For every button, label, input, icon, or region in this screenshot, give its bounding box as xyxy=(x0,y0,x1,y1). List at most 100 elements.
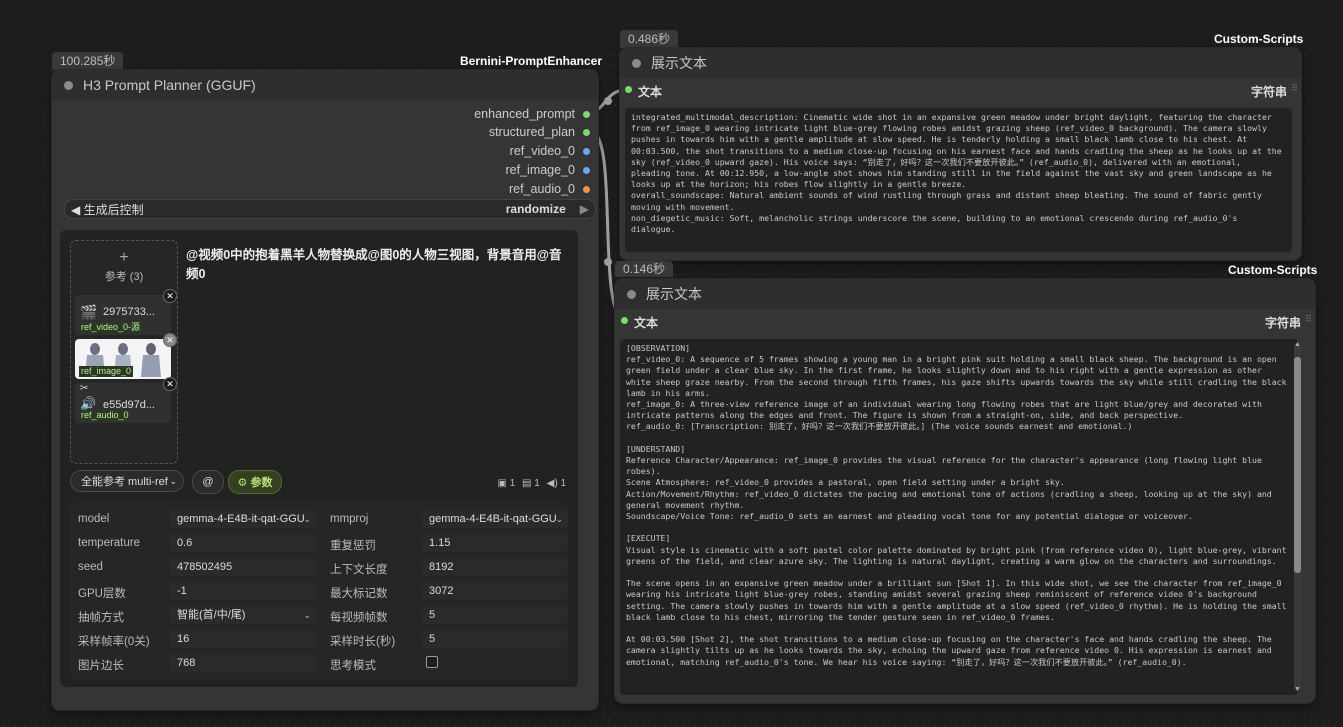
param-label-seed: seed xyxy=(78,561,103,573)
multi-ref-panel: @视频0中的抱着黑羊人物替换成@图0的人物三视图，背景音用@音频0 + 参考 (… xyxy=(60,230,578,687)
chevron-down-icon: ⌄ xyxy=(555,514,563,524)
max-tokens-input[interactable]: 3072 xyxy=(422,582,568,600)
input-port-icon[interactable] xyxy=(621,317,628,324)
node-source-label: Custom-Scripts xyxy=(1228,263,1318,277)
repeat-penalty-input[interactable]: 1.15 xyxy=(422,534,568,552)
gpu-layers-input[interactable]: -1 xyxy=(170,582,316,600)
reference-filename: 2975733... xyxy=(103,306,155,318)
node-title: H3 Prompt Planner (GGUF) xyxy=(83,77,256,93)
execution-time-badge: 0.486秒 xyxy=(620,30,679,48)
input-port-icon[interactable] xyxy=(625,86,632,93)
image-count-icon: ▣ xyxy=(497,478,507,489)
control-after-generate-widget[interactable]: ◀ 生成后控制 randomize ▶ xyxy=(64,199,596,219)
context-length-input[interactable]: 8192 xyxy=(422,558,568,576)
param-label-image-size: 图片边长 xyxy=(78,660,124,672)
image-size-input[interactable]: 768 xyxy=(170,654,316,672)
model-select[interactable]: gemma-4-E4B-it-qat-GGU ⌄ xyxy=(170,510,316,528)
display-text-area[interactable]: integrated_multimodal_description: Cinem… xyxy=(625,108,1292,252)
chevron-down-icon: ⌄ xyxy=(303,610,311,620)
output-structured-plan[interactable]: structured_plan xyxy=(489,125,590,139)
collapse-dot-icon[interactable] xyxy=(632,58,641,68)
collapse-dot-icon[interactable] xyxy=(64,80,73,90)
frames-per-video-input[interactable]: 5 xyxy=(422,606,568,624)
param-label-frames-per-video: 每视频帧数 xyxy=(330,612,388,624)
references-column: + 参考 (3) 🎬 2975733... ref_video_0-源 ✕ re… xyxy=(70,240,178,464)
control-label[interactable]: ◀ 生成后控制 xyxy=(71,201,144,218)
node-header[interactable]: 展示文本 xyxy=(620,48,1301,78)
mention-button[interactable]: @ xyxy=(192,470,224,494)
output-ref-video[interactable]: ref_video_0 xyxy=(510,144,590,158)
node-title: 展示文本 xyxy=(651,55,707,71)
param-label-max-tokens: 最大标记数 xyxy=(330,588,388,600)
param-label-temperature: temperature xyxy=(78,537,141,549)
show-text-node-2[interactable]: 展示文本 文本 字符串 ⠿ [OBSERVATION] ref_video_0:… xyxy=(615,279,1315,703)
seed-input[interactable]: 478502495 xyxy=(170,558,316,576)
prompt-text[interactable]: @视频0中的抱着黑羊人物替换成@图0的人物三视图，背景音用@音频0 xyxy=(186,244,566,282)
params-toggle-button[interactable]: ⚙ 参数 xyxy=(228,470,282,494)
reference-tag: ref_audio_0 xyxy=(79,410,131,421)
chevron-down-icon: ⌄ xyxy=(169,475,177,486)
remove-reference-icon[interactable]: ✕ xyxy=(163,377,177,391)
temperature-input[interactable]: 0.6 xyxy=(170,534,316,552)
reference-audio-item[interactable]: ✂ 🔊 e55d97d... ref_audio_0 ✕ xyxy=(75,377,177,423)
param-label-sample-duration: 采样时长(秒) xyxy=(330,636,396,648)
collapse-dot-icon[interactable] xyxy=(627,289,636,299)
scroll-thumb[interactable] xyxy=(1294,357,1301,573)
video-icon: 🎬 xyxy=(80,304,98,320)
output-ref-image[interactable]: ref_image_0 xyxy=(506,163,590,177)
execution-time-badge: 0.146秒 xyxy=(615,261,674,277)
param-label-thinking-mode: 思考模式 xyxy=(330,660,376,672)
scissors-icon[interactable]: ✂ xyxy=(80,383,88,394)
add-reference-button[interactable]: + 参考 (3) xyxy=(71,249,177,284)
params-panel: model gemma-4-E4B-it-qat-GGU ⌄ temperatur… xyxy=(70,502,568,680)
param-label-frame-mode: 抽帧方式 xyxy=(78,612,124,624)
sample-duration-input[interactable]: 5 xyxy=(422,630,568,648)
output-port-icon[interactable] xyxy=(583,185,590,193)
param-label-mmproj: mmproj xyxy=(330,513,369,525)
param-label-context-length: 上下文长度 xyxy=(330,564,388,576)
scroll-down-icon[interactable]: ▼ xyxy=(1294,686,1301,693)
remove-reference-icon[interactable]: ✕ xyxy=(163,289,177,303)
plus-icon: + xyxy=(119,249,129,266)
node-source-label: Custom-Scripts xyxy=(1214,32,1304,46)
arrow-right-icon[interactable]: ▶ xyxy=(580,202,589,216)
references-count: 参考 (3) xyxy=(104,271,144,283)
param-label-repeat-penalty: 重复惩罚 xyxy=(330,540,376,552)
param-label-model: model xyxy=(78,513,110,525)
frame-mode-select[interactable]: 智能(首/中/尾) ⌄ xyxy=(170,606,316,624)
type-label: 字符串 xyxy=(1250,85,1287,99)
audio-count-icon: ◀) xyxy=(546,478,558,489)
reference-video-item[interactable]: 🎬 2975733... ref_video_0-源 ✕ xyxy=(75,289,177,335)
output-ref-audio[interactable]: ref_audio_0 xyxy=(509,182,590,196)
reference-tag: ref_image_0 xyxy=(79,366,134,377)
reference-tag: ref_video_0-源 xyxy=(79,322,143,333)
node-header[interactable]: 展示文本 xyxy=(615,279,1315,309)
node-header[interactable]: H3 Prompt Planner (GGUF) xyxy=(52,70,598,100)
grid-icon: ⠿ xyxy=(1291,83,1298,93)
show-text-node-1[interactable]: 展示文本 文本 字符串 ⠿ integrated_multimodal_desc… xyxy=(620,48,1301,260)
node-title: 展示文本 xyxy=(646,286,702,302)
node-source-label: Bernini-PromptEnhancer xyxy=(460,54,603,68)
thinking-mode-checkbox[interactable] xyxy=(426,656,438,668)
param-label-sample-fps: 采样帧率(0关) xyxy=(78,636,150,648)
grid-icon: ⠿ xyxy=(1305,314,1312,324)
output-enhanced-prompt[interactable]: enhanced_prompt xyxy=(474,107,590,121)
mode-select[interactable]: 全能参考 multi-ref ⌄ xyxy=(70,470,184,492)
video-count-icon: ▤ xyxy=(522,478,532,489)
output-port-icon[interactable] xyxy=(583,147,590,155)
output-port-icon[interactable] xyxy=(583,110,590,118)
execution-time-badge: 100.285秒 xyxy=(52,52,124,70)
input-label: 文本 xyxy=(638,85,663,99)
type-label: 字符串 xyxy=(1264,316,1301,330)
reference-counts: ▣ 1 ▤ 1 ◀) 1 xyxy=(497,478,566,489)
output-port-icon[interactable] xyxy=(583,128,590,136)
prompt-planner-node[interactable]: H3 Prompt Planner (GGUF) enhanced_prompt… xyxy=(52,70,598,710)
remove-reference-icon[interactable]: ✕ xyxy=(163,333,177,347)
text-scrollbar[interactable]: ▲ ▼ xyxy=(1294,341,1301,693)
mmproj-select[interactable]: gemma-4-E4B-it-qat-GGU ⌄ xyxy=(422,510,568,528)
output-port-icon[interactable] xyxy=(583,166,590,174)
sample-fps-input[interactable]: 16 xyxy=(170,630,316,648)
scroll-up-icon[interactable]: ▲ xyxy=(1294,341,1301,348)
reference-image-item[interactable]: ref_image_0 ✕ xyxy=(75,333,177,379)
display-text-area[interactable]: [OBSERVATION] ref_video_0: A sequence of… xyxy=(620,339,1298,695)
